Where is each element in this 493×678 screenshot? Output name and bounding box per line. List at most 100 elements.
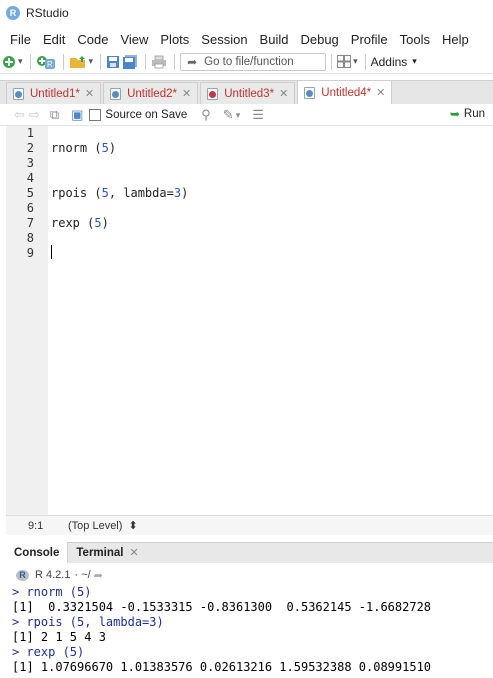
console-header: R R 4.2.1 · ~/ ➦ xyxy=(6,565,493,585)
line-number-gutter: 1 2 3 4 5 6 7 8 9 xyxy=(6,126,48,515)
new-project-icon: R xyxy=(36,55,55,69)
tab-untitled1[interactable]: Untitled1* ✕ xyxy=(6,82,102,104)
code-token: rnorm ( xyxy=(51,141,102,155)
close-icon[interactable]: ✕ xyxy=(182,87,191,100)
code-editor[interactable]: 1 2 3 4 5 6 7 8 9 rnorm (5) rpois (5, la… xyxy=(0,126,493,515)
code-number: 5 xyxy=(94,216,102,230)
close-icon[interactable]: ✕ xyxy=(85,87,94,100)
console-output[interactable]: > rnorm (5) [1] 0.3321504 -0.1533315 -0.… xyxy=(6,585,493,678)
tab-label: Terminal xyxy=(76,546,124,559)
menu-session[interactable]: Session xyxy=(195,32,253,47)
menu-view[interactable]: View xyxy=(114,32,154,47)
grid-layout-icon xyxy=(337,55,352,68)
code-number: 5 xyxy=(101,141,109,155)
run-arrow-icon: ➥ xyxy=(449,107,460,121)
menu-code[interactable]: Code xyxy=(71,32,114,47)
menu-plots[interactable]: Plots xyxy=(154,32,195,47)
tab-untitled3[interactable]: Untitled3* ✕ xyxy=(200,82,296,104)
print-icon xyxy=(152,55,167,68)
source-on-save-checkbox[interactable] xyxy=(89,109,102,121)
menu-tools[interactable]: Tools xyxy=(394,32,436,47)
scope-chevron-icon: ⬍ xyxy=(128,520,138,532)
close-icon[interactable]: ✕ xyxy=(279,87,288,100)
compile-report-icon[interactable]: ☰ xyxy=(252,107,264,123)
line-number: 9 xyxy=(26,246,34,260)
console-command: > rnorm (5) xyxy=(12,585,92,599)
tab-untitled2[interactable]: Untitled2* ✕ xyxy=(103,82,199,104)
run-label: Run xyxy=(463,108,485,120)
console-result: [1] 1.07696670 1.01383576 0.02613216 1.5… xyxy=(12,660,432,674)
r-doc-red-icon xyxy=(207,87,219,100)
save-icon xyxy=(107,55,120,68)
run-button[interactable]: ➥ Run xyxy=(450,107,485,121)
line-number: 7 xyxy=(26,216,34,230)
tab-terminal[interactable]: Terminal ✕ xyxy=(68,542,146,563)
new-file-button[interactable] xyxy=(2,52,16,72)
menu-edit[interactable]: Edit xyxy=(37,32,71,47)
console-command: > rexp (5) xyxy=(12,645,85,659)
menu-profile[interactable]: Profile xyxy=(345,32,394,47)
pane-layout-dropdown[interactable]: ▾ xyxy=(353,52,358,72)
open-file-dropdown[interactable]: ▾ xyxy=(89,52,94,72)
wand-dropdown-icon[interactable]: ▾ xyxy=(236,110,241,121)
r-version: R 4.2.1 xyxy=(35,569,71,581)
title-bar: R RStudio xyxy=(0,0,493,26)
new-file-dropdown[interactable]: ▾ xyxy=(18,52,23,72)
tab-label: Untitled2* xyxy=(127,87,177,100)
close-icon[interactable]: ✕ xyxy=(129,546,138,559)
menu-debug[interactable]: Debug xyxy=(294,32,344,47)
toolbar-divider xyxy=(29,53,31,70)
code-token: rpois ( xyxy=(51,186,102,200)
tab-label: Console xyxy=(14,546,60,559)
back-arrow-icon[interactable]: ⇦ xyxy=(14,107,25,123)
goto-file-input[interactable]: ➦ Go to file/function xyxy=(180,52,327,71)
forward-arrow-icon[interactable]: ⇨ xyxy=(29,107,40,123)
open-file-button[interactable] xyxy=(69,52,87,72)
console-tab-bar: Console Terminal ✕ xyxy=(6,542,493,563)
go-to-directory-icon[interactable]: ➦ xyxy=(94,569,103,582)
window-title: RStudio xyxy=(26,6,69,20)
code-token: ) xyxy=(108,141,117,155)
code-token: , lambda= xyxy=(108,186,174,200)
toolbar-divider xyxy=(174,53,176,70)
save-all-button[interactable] xyxy=(122,52,138,72)
new-project-button[interactable]: R xyxy=(36,52,56,72)
close-icon[interactable]: ✕ xyxy=(376,86,385,99)
save-icon[interactable]: ▣ xyxy=(71,107,83,123)
menu-file[interactable]: File xyxy=(4,32,37,47)
line-number: 5 xyxy=(26,186,34,200)
pane-layout-button[interactable] xyxy=(337,52,352,72)
r-doc-icon xyxy=(110,87,122,100)
scope-selector[interactable]: (Top Level) ⬍ xyxy=(68,519,138,532)
r-doc-icon xyxy=(304,86,316,99)
code-token: rexp ( xyxy=(51,216,95,230)
code-line-7: rexp (5) xyxy=(51,216,109,231)
svg-text:R: R xyxy=(47,60,53,69)
tab-console[interactable]: Console xyxy=(6,542,69,563)
tab-label: Untitled1* xyxy=(30,87,80,100)
tab-untitled4[interactable]: Untitled4* ✕ xyxy=(297,80,393,104)
folder-open-icon xyxy=(69,55,85,68)
print-button[interactable] xyxy=(151,52,167,72)
show-in-window-icon[interactable]: ⧉ xyxy=(50,107,59,123)
save-all-icon xyxy=(123,54,138,69)
code-number: 3 xyxy=(173,186,182,200)
menu-build[interactable]: Build xyxy=(254,32,295,47)
working-directory[interactable]: · ~/ xyxy=(74,569,90,581)
goto-placeholder: Go to file/function xyxy=(204,55,294,68)
code-number: 5 xyxy=(101,186,109,200)
rstudio-logo-icon: R xyxy=(6,6,20,20)
save-button[interactable] xyxy=(106,52,120,72)
scope-label: (Top Level) xyxy=(68,520,123,532)
line-number: 8 xyxy=(26,231,34,245)
menu-help[interactable]: Help xyxy=(436,32,475,47)
menu-bar: File Edit Code View Plots Session Build … xyxy=(0,29,493,49)
line-number: 2 xyxy=(26,141,34,155)
code-line-2: rnorm (5) xyxy=(51,141,116,156)
addins-button[interactable]: Addins ▾ xyxy=(371,52,417,72)
r-logo-icon: R xyxy=(16,569,29,581)
search-icon[interactable]: ⚲ xyxy=(201,107,211,123)
toolbar-divider xyxy=(331,53,333,70)
line-number: 3 xyxy=(26,156,34,170)
magic-wand-icon[interactable]: ✎ xyxy=(223,107,234,123)
